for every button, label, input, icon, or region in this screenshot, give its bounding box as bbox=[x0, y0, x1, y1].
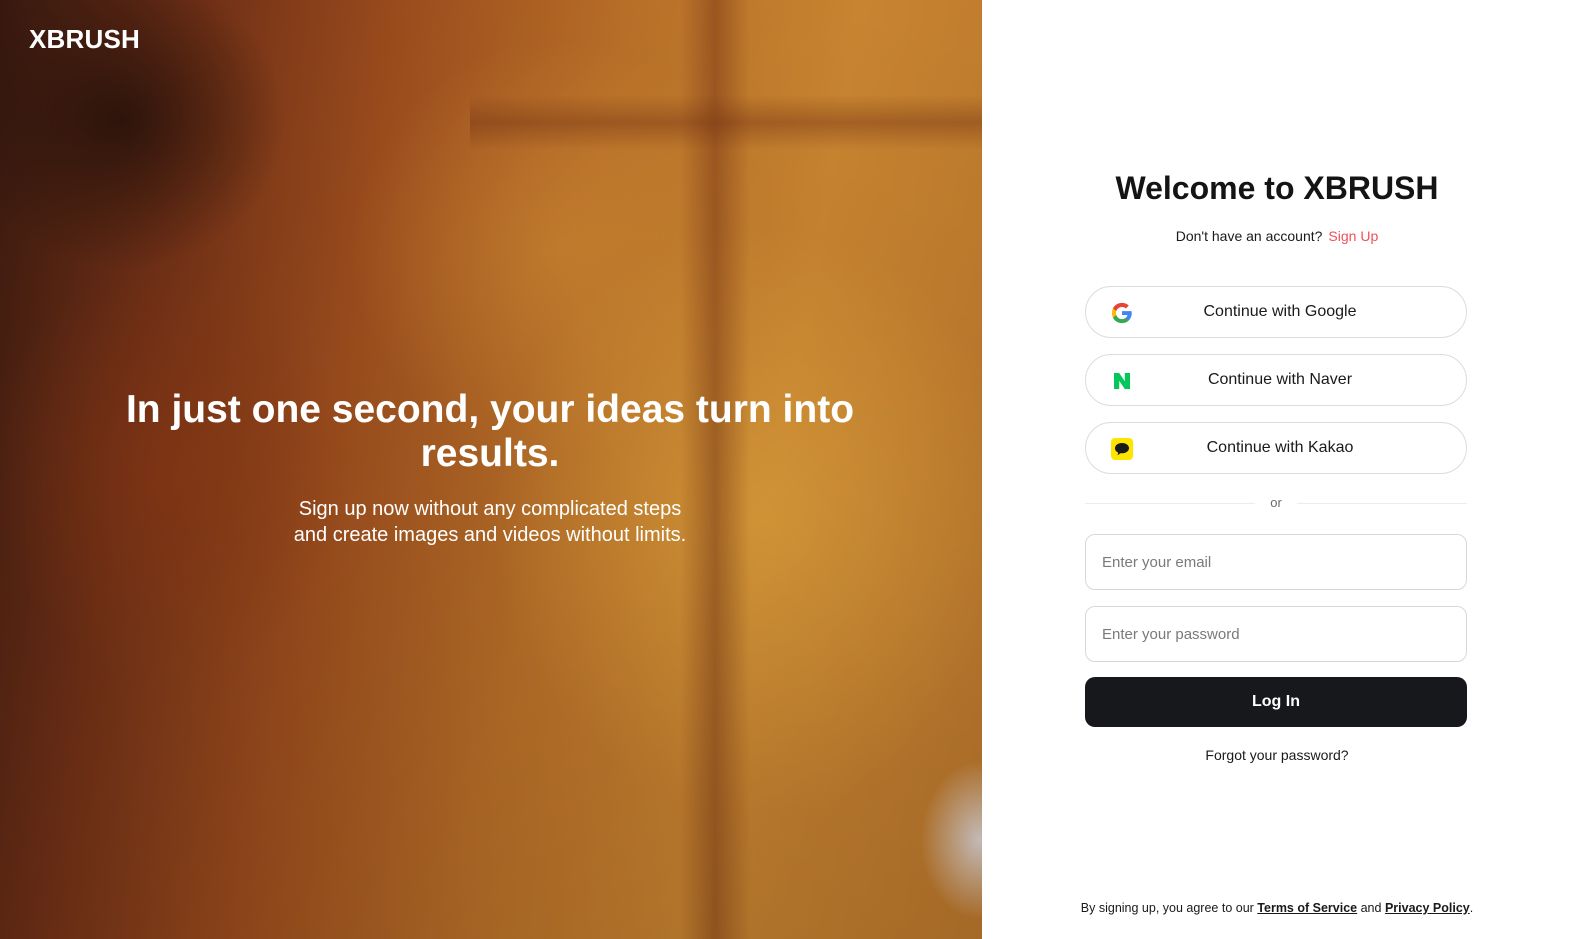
no-account-text: Don't have an account? bbox=[1175, 228, 1323, 244]
hero-subtitle-line-2: and create images and videos without lim… bbox=[293, 524, 687, 546]
google-icon bbox=[1110, 301, 1134, 325]
log-in-button[interactable]: Log In bbox=[1085, 677, 1467, 727]
google-button-label: Continue with Google bbox=[1203, 303, 1357, 320]
privacy-policy-link[interactable]: Privacy Policy bbox=[1385, 901, 1470, 915]
hero-panel: XBRUSH In just one second, your ideas tu… bbox=[0, 0, 982, 939]
terms-notice: By signing up, you agree to our Terms of… bbox=[982, 901, 1572, 915]
terms-of-service-link[interactable]: Terms of Service bbox=[1257, 901, 1357, 915]
login-panel: Welcome to XBRUSH Don't have an account?… bbox=[982, 0, 1576, 939]
continue-with-kakao-button[interactable]: Continue with Kakao bbox=[1085, 422, 1467, 474]
naver-icon bbox=[1110, 369, 1134, 393]
terms-prefix: By signing up, you agree to our bbox=[1080, 901, 1254, 915]
hero-subtitle: Sign up now without any complicated step… bbox=[190, 496, 790, 548]
hero-subtitle-line-1: Sign up now without any complicated step… bbox=[298, 498, 682, 520]
hero-title: In just one second, your ideas turn into… bbox=[125, 388, 855, 475]
divider-line-right bbox=[1297, 503, 1467, 504]
email-input[interactable] bbox=[1085, 534, 1467, 590]
naver-button-label: Continue with Naver bbox=[1207, 371, 1353, 388]
continue-with-naver-button[interactable]: Continue with Naver bbox=[1085, 354, 1467, 406]
signup-link[interactable]: Sign Up bbox=[1328, 228, 1378, 244]
brand-logo[interactable]: XBRUSH bbox=[29, 24, 140, 55]
continue-with-google-button[interactable]: Continue with Google bbox=[1085, 286, 1467, 338]
welcome-heading: Welcome to XBRUSH bbox=[1115, 170, 1439, 206]
signup-prompt: Don't have an account? Sign Up bbox=[982, 228, 1572, 244]
terms-and-text: and bbox=[1360, 901, 1382, 915]
terms-suffix: . bbox=[1469, 901, 1474, 915]
kakao-button-label: Continue with Kakao bbox=[1206, 439, 1354, 456]
or-divider: or bbox=[1085, 495, 1467, 511]
forgot-password-link[interactable]: Forgot your password? bbox=[982, 747, 1572, 763]
password-input[interactable] bbox=[1085, 606, 1467, 662]
kakao-icon bbox=[1110, 437, 1134, 461]
